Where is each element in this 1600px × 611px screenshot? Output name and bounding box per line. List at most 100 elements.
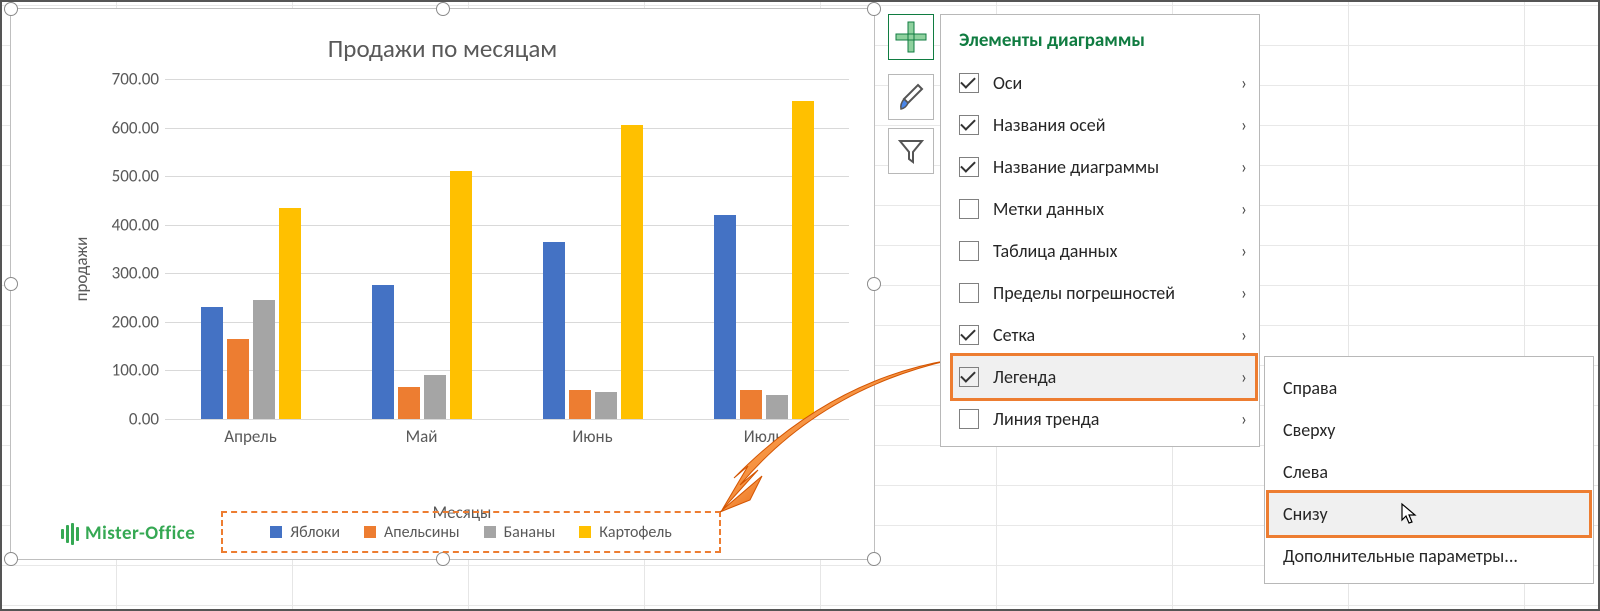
submenu-item[interactable]: Снизу	[1269, 493, 1589, 535]
checkbox-icon[interactable]	[959, 283, 979, 303]
submenu-item[interactable]: Справа	[1269, 367, 1589, 409]
checkbox-icon[interactable]	[959, 241, 979, 261]
bar[interactable]	[398, 387, 420, 419]
y-tick-label: 600.00	[112, 117, 159, 138]
resize-handle-icon[interactable]	[4, 552, 18, 566]
checkbox-icon[interactable]	[959, 157, 979, 177]
checkbox-icon[interactable]	[959, 409, 979, 429]
submenu-item-label: Справа	[1283, 377, 1337, 399]
y-tick-label: 300.00	[112, 263, 159, 284]
resize-handle-icon[interactable]	[436, 2, 450, 16]
submenu-item[interactable]: Дополнительные параметры...	[1269, 535, 1589, 577]
bar[interactable]	[740, 390, 762, 419]
flyout-item[interactable]: Сетка›	[953, 314, 1255, 356]
chart-filters-button[interactable]	[888, 128, 934, 174]
flyout-item[interactable]: Таблица данных›	[953, 230, 1255, 272]
category-group: Май	[336, 79, 507, 419]
chart-elements-button[interactable]	[888, 14, 934, 60]
bar[interactable]	[279, 208, 301, 419]
flyout-item-label: Метки данных	[993, 198, 1241, 220]
y-tick-label: 400.00	[112, 214, 159, 235]
bar[interactable]	[201, 307, 223, 419]
resize-handle-icon[interactable]	[867, 552, 881, 566]
bar[interactable]	[766, 395, 788, 419]
legend-swatch-icon	[579, 526, 591, 538]
flyout-item-label: Оси	[993, 72, 1241, 94]
chart-object[interactable]: Продажи по месяцам продажи 0.00100.00200…	[10, 8, 875, 560]
plus-icon	[894, 20, 928, 54]
flyout-item[interactable]: Метки данных›	[953, 188, 1255, 230]
chevron-right-icon: ›	[1241, 408, 1249, 430]
bar[interactable]	[621, 125, 643, 419]
bars-container: АпрельМайИюньИюль	[165, 79, 849, 419]
bar[interactable]	[714, 215, 736, 419]
checkbox-icon[interactable]	[959, 367, 979, 387]
resize-handle-icon[interactable]	[867, 2, 881, 16]
legend-label: Бананы	[504, 523, 556, 542]
submenu-item-label: Дополнительные параметры...	[1283, 545, 1518, 567]
chart-legend[interactable]: Яблоки Апельсины Бананы Картофель	[221, 511, 721, 553]
flyout-item[interactable]: Пределы погрешностей›	[953, 272, 1255, 314]
flyout-item-label: Пределы погрешностей	[993, 282, 1241, 304]
legend-swatch-icon	[364, 526, 376, 538]
resize-handle-icon[interactable]	[436, 552, 450, 566]
legend-item[interactable]: Апельсины	[364, 523, 460, 542]
legend-item[interactable]: Картофель	[579, 523, 672, 542]
resize-handle-icon[interactable]	[4, 277, 18, 291]
bars-icon	[61, 523, 79, 545]
flyout-item[interactable]: Линия тренда›	[953, 398, 1255, 440]
flyout-item[interactable]: Названия осей›	[953, 104, 1255, 146]
chevron-right-icon: ›	[1241, 114, 1249, 136]
resize-handle-icon[interactable]	[867, 277, 881, 291]
flyout-item[interactable]: Оси›	[953, 62, 1255, 104]
bar[interactable]	[792, 101, 814, 419]
flyout-item-label: Таблица данных	[993, 240, 1241, 262]
chevron-right-icon: ›	[1241, 240, 1249, 262]
submenu-item-label: Слева	[1283, 461, 1328, 483]
bar[interactable]	[424, 375, 446, 419]
checkbox-icon[interactable]	[959, 73, 979, 93]
bar[interactable]	[253, 300, 275, 419]
submenu-item[interactable]: Слева	[1269, 451, 1589, 493]
category-label: Апрель	[165, 426, 336, 447]
y-tick-label: 0.00	[129, 409, 159, 430]
bar[interactable]	[595, 392, 617, 419]
category-label: Июль	[678, 426, 849, 447]
category-group: Июль	[678, 79, 849, 419]
submenu-item-label: Снизу	[1283, 503, 1328, 525]
bar[interactable]	[227, 339, 249, 419]
checkbox-icon[interactable]	[959, 199, 979, 219]
bar[interactable]	[450, 171, 472, 419]
legend-position-submenu[interactable]: Справа Сверху Слева Снизу Дополнительные пар…	[1264, 356, 1594, 584]
legend-item[interactable]: Яблоки	[270, 523, 340, 542]
category-label: Май	[336, 426, 507, 447]
chart-styles-button[interactable]	[888, 74, 934, 120]
checkbox-icon[interactable]	[959, 115, 979, 135]
category-group: Июнь	[507, 79, 678, 419]
plot-area[interactable]: продажи 0.00100.00200.00300.00400.00500.…	[67, 79, 857, 459]
legend-label: Яблоки	[290, 523, 340, 542]
chevron-right-icon: ›	[1241, 156, 1249, 178]
flyout-item-label: Название диаграммы	[993, 156, 1241, 178]
y-axis-ticks: 0.00100.00200.00300.00400.00500.00600.00…	[81, 79, 159, 419]
bar[interactable]	[543, 242, 565, 419]
y-tick-label: 700.00	[112, 69, 159, 90]
legend-label: Апельсины	[384, 523, 460, 542]
submenu-item[interactable]: Сверху	[1269, 409, 1589, 451]
checkbox-icon[interactable]	[959, 325, 979, 345]
paintbrush-icon	[896, 82, 926, 112]
flyout-item-label: Сетка	[993, 324, 1241, 346]
bar[interactable]	[569, 390, 591, 419]
watermark-logo: Mister-Office	[61, 522, 195, 545]
resize-handle-icon[interactable]	[4, 2, 18, 16]
chart-elements-flyout[interactable]: Элементы диаграммы Оси›Названия осей›Наз…	[940, 14, 1260, 447]
chevron-right-icon: ›	[1241, 198, 1249, 220]
chart-title[interactable]: Продажи по месяцам	[11, 33, 874, 64]
bar[interactable]	[372, 285, 394, 419]
category-group: Апрель	[165, 79, 336, 419]
submenu-item-label: Сверху	[1283, 419, 1335, 441]
flyout-item[interactable]: Легенда›	[953, 356, 1255, 398]
legend-item[interactable]: Бананы	[484, 523, 556, 542]
chevron-right-icon: ›	[1241, 366, 1249, 388]
flyout-item[interactable]: Название диаграммы›	[953, 146, 1255, 188]
